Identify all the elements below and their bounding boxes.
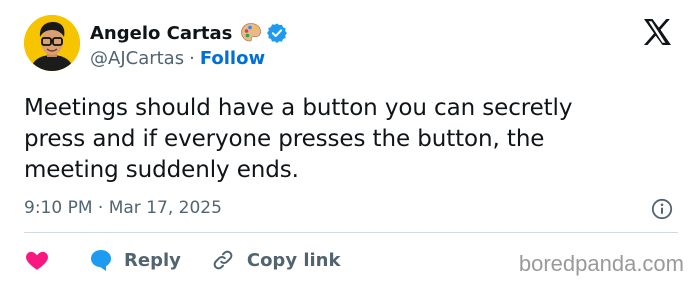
follow-button[interactable]: Follow bbox=[200, 48, 265, 69]
link-icon bbox=[213, 250, 233, 270]
reply-bubble-icon bbox=[91, 250, 111, 271]
avatar[interactable] bbox=[24, 15, 80, 71]
author-handle[interactable]: @AJCartas bbox=[90, 48, 184, 69]
avatar-image bbox=[24, 15, 80, 71]
copy-link-label: Copy link bbox=[246, 249, 341, 271]
x-logo-icon[interactable] bbox=[642, 18, 672, 46]
author-handle-row: @AJCartas · Follow bbox=[90, 48, 265, 72]
author-name-row: Angelo Cartas bbox=[90, 20, 288, 46]
watermark: boredpanda.com bbox=[518, 251, 684, 276]
author-name[interactable]: Angelo Cartas bbox=[90, 23, 232, 44]
tweet-actions: Reply Copy link bbox=[24, 246, 340, 274]
divider bbox=[24, 232, 678, 233]
reply-label: Reply bbox=[124, 249, 181, 271]
artist-palette-icon bbox=[241, 23, 262, 42]
like-button[interactable] bbox=[24, 247, 50, 273]
heart-icon bbox=[26, 251, 48, 270]
tweet-timestamp[interactable]: 9:10 PM · Mar 17, 2025 bbox=[24, 198, 222, 218]
copy-link-button[interactable]: Copy link bbox=[211, 248, 341, 272]
tweet-card: Angelo Cartas @AJCartas · Follow Meeting… bbox=[0, 0, 700, 287]
tweet-text: Meetings should have a button you can se… bbox=[24, 95, 573, 183]
verified-badge-icon bbox=[267, 23, 288, 43]
reply-button[interactable]: Reply bbox=[88, 247, 181, 273]
separator-dot: · bbox=[189, 48, 195, 69]
info-icon[interactable] bbox=[651, 198, 673, 220]
